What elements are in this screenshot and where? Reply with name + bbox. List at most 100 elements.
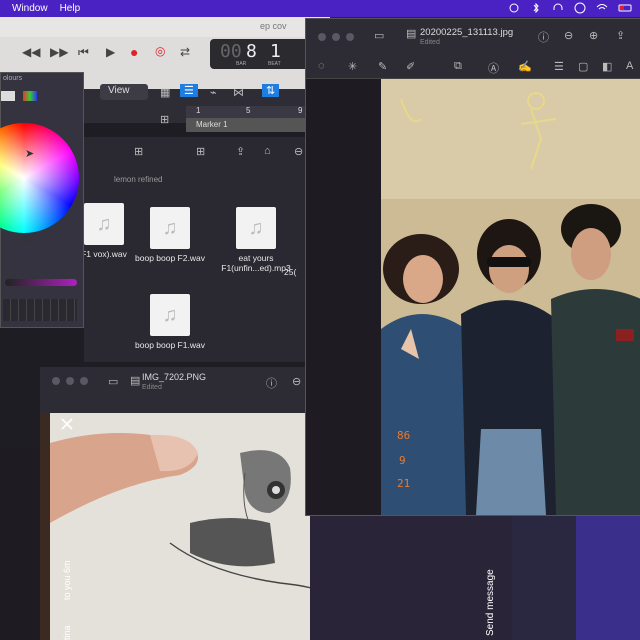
preview-title: 20200225_131113.jpg [420,27,514,38]
drawing-photo [40,413,310,640]
airplay-icon[interactable] [508,2,520,14]
text-style-icon[interactable]: A [626,60,633,72]
cursor-icon: ➤ [25,148,35,160]
logic-title: ep cov [260,21,287,31]
tag-icon[interactable]: ⌂ [264,145,271,157]
shape-style-icon[interactable]: ☰ [554,60,564,73]
lcd-beat: 1 [270,41,281,62]
bluetooth-icon[interactable] [530,2,542,14]
selection-icon[interactable]: ◌ [318,60,325,72]
status-icons [508,2,634,14]
zoom-icon[interactable]: ⊖ [292,375,301,388]
battery-icon[interactable] [618,2,634,14]
user-icon[interactable] [574,2,586,14]
image-file-icon: ▤ [406,28,417,40]
logic-titlebar: ep cov [0,17,330,37]
selected-region [576,516,640,640]
minimize-button[interactable] [332,33,340,41]
vintage-photo: 86 9 21 [381,79,640,515]
record-button[interactable]: ● [130,44,138,60]
minimize-button[interactable] [66,377,74,385]
automation-icon[interactable]: ⌁ [210,86,217,99]
info-icon[interactable]: ⓘ [538,29,549,45]
audio-file-icon: ♫ [150,294,190,336]
fill-colour-icon[interactable]: ◧ [602,60,612,73]
draw-icon[interactable]: ✐ [406,60,415,73]
ruler-mark: 1 [196,106,201,115]
close-button[interactable] [318,33,326,41]
colour-swatches[interactable] [3,299,77,321]
flex-icon[interactable]: ⋈ [233,86,244,99]
file-item[interactable]: ♫ eat yours F1(unfin...ed).mp3 [216,207,296,273]
lcd-bar-label: BAR [236,61,247,67]
region-area [512,516,640,640]
crosshair-icon: ⊕ [21,234,31,246]
zoom-button[interactable] [346,33,354,41]
date-stamp-year: 86 [397,429,411,442]
close-button[interactable] [52,377,60,385]
audio-file-icon: ♫ [236,207,276,249]
file-item[interactable]: ♫ boop boop F1.wav [130,294,210,350]
group-icon[interactable]: ⊞ [196,145,205,158]
colour-mode-tab[interactable] [1,91,15,101]
lcd-bar-leading: 00 [220,41,242,62]
rewind-button[interactable]: ◀◀ [22,45,40,59]
colour-wheel[interactable] [0,123,79,233]
preview-subtitle: Edited [420,39,440,46]
shapes-icon[interactable]: ⧉ [454,60,462,73]
sign-icon[interactable]: ✍ [518,60,532,73]
palette-tab[interactable] [23,91,37,101]
lcd-display[interactable]: 00 8 1 BAR BEAT [210,39,310,69]
sidebar-icon[interactable]: ▭ [374,29,384,42]
markup-toolbar: ◌ ✳ ✎ ✐ ⧉ Ⓐ ✍ ☰ ▢ ◧ A [306,55,640,79]
browser-folder: lemon refined [114,175,163,184]
audio-file-icon: ♫ [150,207,190,249]
instant-alpha-icon[interactable]: ✳ [348,60,357,73]
sketch-icon[interactable]: ✎ [378,60,387,73]
menu-help[interactable]: Help [60,3,81,14]
send-message-button[interactable]: Send message [485,569,496,636]
replace-button[interactable]: ◎ [155,44,165,58]
add-marker-icon[interactable]: ⊞ [160,113,169,126]
marker-region[interactable]: Marker 1 [186,118,306,132]
view-menu[interactable]: View [100,84,148,100]
menu-bar: Window Help [0,0,640,17]
play-button[interactable]: ▶ [106,45,115,59]
zoom-button[interactable] [80,377,88,385]
colours-title: olours [3,75,23,82]
image-subtitle: Edited [142,384,162,391]
headphones-icon[interactable] [552,2,564,14]
sidebar-icon[interactable]: ▭ [108,375,118,388]
image-file-icon: ▤ [130,375,141,387]
lcd-bar: 8 [246,41,257,62]
lcd-beat-label: BEAT [268,61,281,67]
share-icon[interactable]: ⇪ [236,145,245,158]
wifi-icon[interactable] [596,2,608,14]
share-icon[interactable]: ⇪ [616,29,625,42]
menu-window[interactable]: Window [12,3,48,14]
border-colour-icon[interactable]: ▢ [578,60,588,73]
brightness-slider[interactable] [5,279,77,286]
ruler-mark: 9 [298,106,303,115]
file-name: boop boop F1.wav [135,340,205,350]
catch-icon[interactable]: ⇅ [262,84,280,97]
zoom-out-icon[interactable]: ⊖ [564,29,573,42]
forward-button[interactable]: ▶▶ [50,45,68,59]
more-icon[interactable]: ⊖ [294,145,303,158]
drawing-illustration [40,413,310,640]
text-icon[interactable]: Ⓐ [488,60,499,76]
preview-titlebar: ▭ ▤ 20200225_131113.jpg Edited ⓘ ⊖ ⊕ ⇪ [306,19,640,55]
date-stamp-month: 9 [399,454,406,467]
list-icon[interactable]: ☰ [180,84,198,97]
zoom-in-icon[interactable]: ⊕ [589,29,598,42]
view-grid-icon[interactable]: ⊞ [134,145,143,158]
file-browser: ⊞ ⊞ ⇪ ⌂ ⊖ lemon refined ♫ F1 vox).wav ♫ … [81,137,330,362]
people-photo [381,79,640,515]
info-icon[interactable]: ⓘ [266,375,277,391]
file-item[interactable]: ♫ boop boop F2.wav [130,207,210,263]
grid-icon[interactable]: ▦ [160,86,170,99]
dm-timestamp: to you 6m [62,560,72,600]
preview-window: ▭ ▤ 20200225_131113.jpg Edited ⓘ ⊖ ⊕ ⇪ ◌… [305,18,640,516]
cycle-button[interactable]: ⇄ [180,45,190,59]
to-start-button[interactable]: ⏮ [78,45,89,60]
